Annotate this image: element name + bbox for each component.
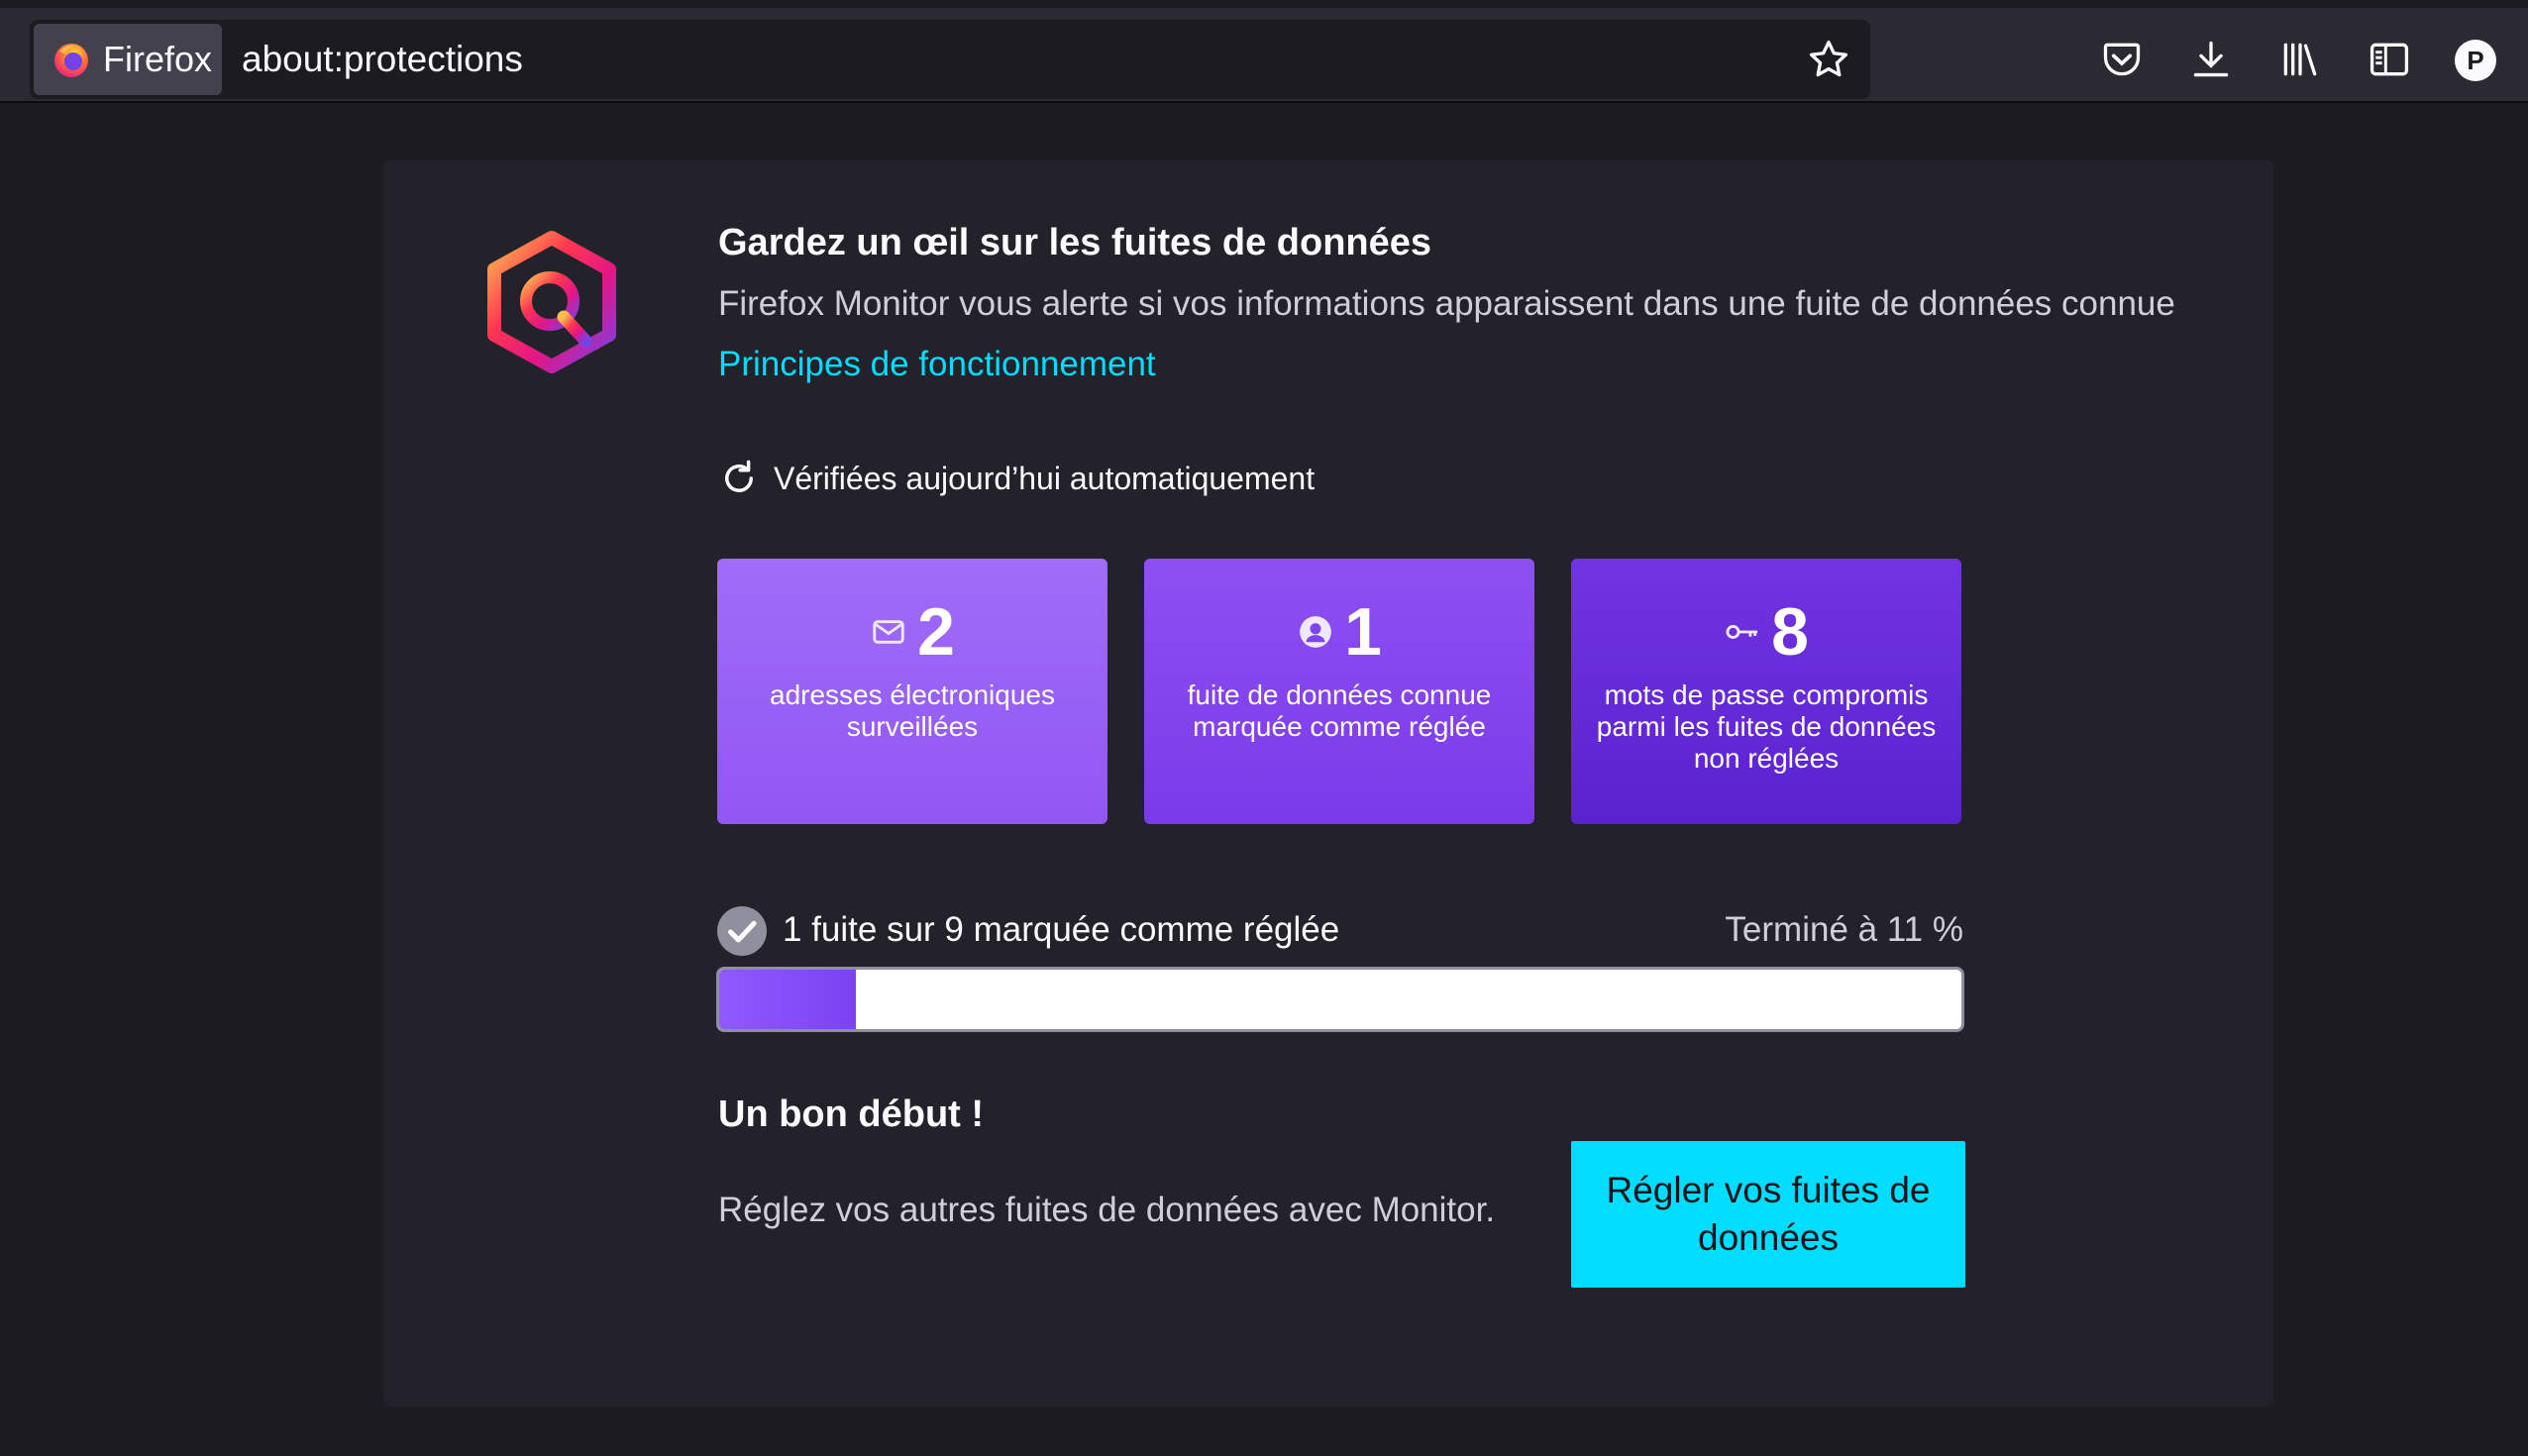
stat-resolved-breaches[interactable]: 1 fuite de données connue marquée comme … xyxy=(1144,559,1534,824)
account-avatar[interactable]: P xyxy=(2455,40,2496,81)
pocket-icon[interactable] xyxy=(2100,38,2144,81)
good-start-heading: Un bon début ! xyxy=(718,1093,985,1135)
stat-value: 2 xyxy=(917,594,955,670)
library-icon[interactable] xyxy=(2278,38,2322,81)
progress-bar xyxy=(716,967,1964,1032)
browser-toolbar: Firefox about:protections P xyxy=(0,0,2528,103)
url-text[interactable]: about:protections xyxy=(242,20,523,99)
refresh-icon xyxy=(725,460,753,492)
fix-breaches-text: Réglez vos autres fuites de données avec… xyxy=(718,1191,1496,1229)
fix-breaches-button[interactable]: Régler vos fuites de données xyxy=(1571,1141,1965,1288)
stat-value: 8 xyxy=(1771,594,1809,670)
how-it-works-link[interactable]: Principes de fonctionnement xyxy=(718,345,1156,384)
user-icon xyxy=(1300,616,1331,648)
checked-status-text: Vérifiées aujourd’hui automatiquement xyxy=(774,460,1316,496)
stat-label: adresses électroniques surveillées xyxy=(770,679,1055,742)
progress-percent: Terminé à 11 % xyxy=(1725,910,1963,949)
monitor-subtitle: Firefox Monitor vous alerte si vos infor… xyxy=(718,284,2175,323)
progress-header: 1 fuite sur 9 marquée comme réglée Termi… xyxy=(717,898,1963,958)
mail-icon xyxy=(873,620,904,644)
progress-label: 1 fuite sur 9 marquée comme réglée xyxy=(783,910,1340,949)
firefox-logo-icon xyxy=(54,44,88,77)
identity-box[interactable]: Firefox xyxy=(34,24,222,95)
identity-label: Firefox xyxy=(103,39,213,79)
download-icon[interactable] xyxy=(2189,38,2233,81)
monitor-heading: Gardez un œil sur les fuites de données xyxy=(718,222,1432,263)
stat-value: 1 xyxy=(1344,594,1382,670)
key-icon xyxy=(1726,625,1758,639)
stat-compromised-passwords[interactable]: 8 mots de passe compromis parmi les fuit… xyxy=(1571,559,1961,824)
monitor-logo-icon xyxy=(487,231,616,373)
checked-status: Vérifiées aujourd’hui automatiquement xyxy=(718,458,1315,499)
bookmark-star-icon[interactable] xyxy=(1807,38,1850,81)
stat-monitored-emails[interactable]: 2 adresses électroniques surveillées xyxy=(717,559,1107,824)
url-bar[interactable]: Firefox about:protections xyxy=(30,20,1870,99)
checkmark-icon xyxy=(717,906,767,956)
sidebar-icon[interactable] xyxy=(2368,38,2411,81)
progress-fill xyxy=(719,970,856,1029)
stat-label: fuite de données connue marquée comme ré… xyxy=(1187,679,1492,742)
monitor-card: Gardez un œil sur les fuites de données … xyxy=(383,160,2273,1406)
stat-label: mots de passe compromis parmi les fuites… xyxy=(1596,679,1937,774)
